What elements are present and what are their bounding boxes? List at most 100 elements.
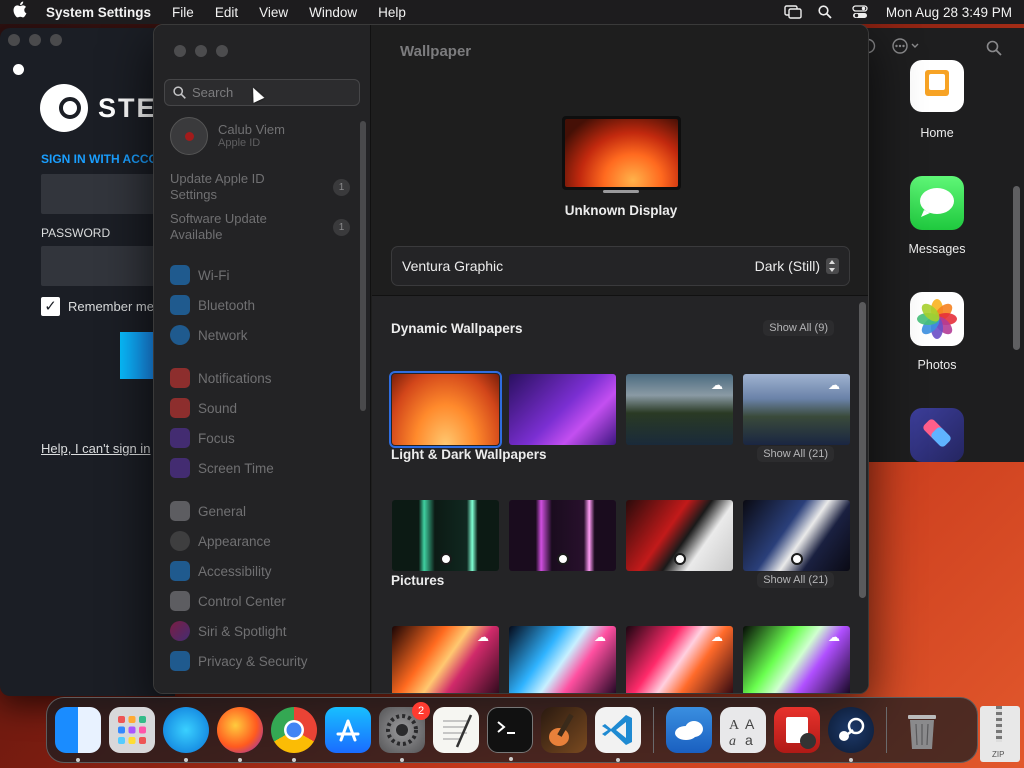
notification-badge: 2 <box>412 702 430 720</box>
font-book-dock-icon[interactable]: AAaa <box>720 707 766 753</box>
section-light-dark-wallpapers: Light & Dark Wallpapers Show All (21) <box>391 446 834 462</box>
safari-dock-icon[interactable] <box>163 707 209 762</box>
sidebar-scrollbar[interactable] <box>360 121 366 411</box>
sidebar-item-appearance[interactable]: Appearance <box>170 531 271 551</box>
wallpaper-thumb-ventura[interactable] <box>389 371 502 448</box>
control-center-icon[interactable] <box>852 5 868 19</box>
wallpaper-thumb-purple-light-dark[interactable] <box>509 500 616 571</box>
spotlight-search-icon[interactable] <box>818 5 834 19</box>
zoom-button[interactable] <box>50 34 62 46</box>
firefox-dock-icon[interactable] <box>217 707 263 762</box>
vscode-dock-icon[interactable] <box>595 707 641 762</box>
show-all-button[interactable]: Show All (21) <box>757 572 834 588</box>
privacy-icon <box>170 651 190 671</box>
terminal-dock-icon[interactable] <box>487 707 533 761</box>
help-menu[interactable]: Help <box>378 5 406 20</box>
screen-mirroring-icon[interactable] <box>784 5 802 19</box>
wallpaper-thumb-green-light-dark[interactable] <box>392 500 499 571</box>
password-label: PASSWORD <box>41 226 111 240</box>
update-apple-id-notice[interactable]: Update Apple ID Settings 1 <box>170 171 360 203</box>
wallpaper-thumb-catalina-island[interactable]: ☁ <box>743 374 850 445</box>
window-menu[interactable]: Window <box>309 5 357 20</box>
sidebar-item-network[interactable]: Network <box>170 325 248 345</box>
monitor-stand <box>603 190 639 193</box>
wallpaper-thumb-monterey[interactable] <box>509 374 616 445</box>
apple-id-profile[interactable]: Calub Viem Apple ID <box>170 117 285 155</box>
app-store-dock-icon[interactable] <box>325 707 371 753</box>
search-icon[interactable] <box>986 40 1002 59</box>
wallpaper-mode-popup[interactable]: Dark (Still) <box>755 258 839 274</box>
wallpaper-selector[interactable]: Ventura Graphic Dark (Still) <box>391 246 850 286</box>
launchpad-dock-icon[interactable] <box>109 707 155 753</box>
finder-dock-icon[interactable] <box>55 707 101 762</box>
textedit-dock-icon[interactable] <box>433 707 479 753</box>
sidebar-item-general[interactable]: General <box>170 501 246 521</box>
show-all-button[interactable]: Show All (9) <box>763 320 834 336</box>
chrome-dock-icon[interactable] <box>271 707 317 762</box>
steam-dock-icon[interactable] <box>828 707 874 762</box>
remember-me-checkbox[interactable]: ✓ Remember me <box>41 297 154 316</box>
wallpaper-thumb-blue-light-dark[interactable] <box>743 500 850 571</box>
photos-app-icon[interactable] <box>910 292 964 346</box>
home-app-icon[interactable] <box>910 60 964 112</box>
apple-menu-icon[interactable] <box>12 1 32 23</box>
zip-file-icon[interactable]: ZIP <box>980 706 1020 762</box>
sidebar-item-siri-spotlight[interactable]: Siri & Spotlight <box>170 621 287 641</box>
gallery-scrollbar[interactable] <box>859 302 866 598</box>
sidebar-item-label: Bluetooth <box>198 297 256 313</box>
messages-app-icon[interactable] <box>910 176 964 230</box>
system-settings-dock-icon[interactable]: 2 <box>379 702 430 762</box>
wallpaper-thumb-picture-blue[interactable]: ☁ <box>509 626 616 693</box>
photo-booth-dock-icon[interactable] <box>774 707 820 753</box>
app-name-menu[interactable]: System Settings <box>46 5 151 20</box>
running-indicator <box>238 758 242 762</box>
sidebar-item-privacy-security[interactable]: Privacy & Security <box>170 651 308 671</box>
software-update-notice[interactable]: Software Update Available 1 <box>170 211 360 243</box>
network-icon <box>170 325 190 345</box>
help-sign-in-link[interactable]: Help, I can't sign in <box>41 441 150 456</box>
close-button[interactable] <box>8 34 20 46</box>
section-dynamic-wallpapers: Dynamic Wallpapers Show All (9) <box>391 320 834 336</box>
sidebar-item-screen-time[interactable]: Screen Time <box>170 458 274 478</box>
view-menu[interactable]: View <box>259 5 288 20</box>
close-button[interactable] <box>174 45 186 57</box>
minimize-button[interactable] <box>195 45 207 57</box>
sidebar-item-notifications[interactable]: Notifications <box>170 368 272 388</box>
wallpaper-thumb-picture-green[interactable]: ☁ <box>743 626 850 693</box>
status-dot-icon <box>13 64 24 75</box>
wallpaper-thumb-picture-pink[interactable]: ☁ <box>626 626 733 693</box>
sidebar-item-label: Accessibility <box>198 563 272 579</box>
light-dark-badge-icon <box>440 553 452 565</box>
shortcuts-app-icon[interactable] <box>910 408 964 462</box>
weather-dock-icon[interactable] <box>666 707 712 753</box>
wallpaper-thumb-picture-orange[interactable]: ☁ <box>392 626 499 693</box>
sidebar-item-accessibility[interactable]: Accessibility <box>170 561 272 581</box>
settings-sidebar: Calub Viem Apple ID Update Apple ID Sett… <box>154 25 371 693</box>
sidebar-item-control-center[interactable]: Control Center <box>170 591 286 611</box>
zoom-button[interactable] <box>216 45 228 57</box>
edit-menu[interactable]: Edit <box>215 5 238 20</box>
menu-bar: System Settings File Edit View Window He… <box>0 0 1024 24</box>
running-indicator <box>509 757 513 761</box>
sidebar-item-focus[interactable]: Focus <box>170 428 235 448</box>
wallpaper-mode-value: Dark (Still) <box>754 258 820 274</box>
wallpaper-thumb-red-light-dark[interactable] <box>626 500 733 571</box>
menu-bar-clock[interactable]: Mon Aug 28 3:49 PM <box>886 5 1012 20</box>
show-all-button[interactable]: Show All (21) <box>757 446 834 462</box>
sidebar-item-sound[interactable]: Sound <box>170 398 237 418</box>
more-options-icon[interactable] <box>890 38 922 58</box>
search-input[interactable] <box>192 85 342 100</box>
file-menu[interactable]: File <box>172 5 194 20</box>
sidebar-item-bluetooth[interactable]: Bluetooth <box>170 295 255 315</box>
wallpaper-thumb-catalina[interactable]: ☁ <box>626 374 733 445</box>
garageband-dock-icon[interactable] <box>541 707 587 753</box>
svg-text:A: A <box>729 718 740 733</box>
running-indicator <box>849 758 853 762</box>
profile-name: Calub Viem <box>218 122 285 137</box>
sidebar-item-wifi[interactable]: Wi-Fi <box>170 265 229 285</box>
minimize-button[interactable] <box>29 34 41 46</box>
scrollbar[interactable] <box>1013 186 1020 350</box>
accessibility-icon <box>170 561 190 581</box>
trash-dock-icon[interactable] <box>899 707 945 753</box>
dock-separator <box>886 707 887 753</box>
